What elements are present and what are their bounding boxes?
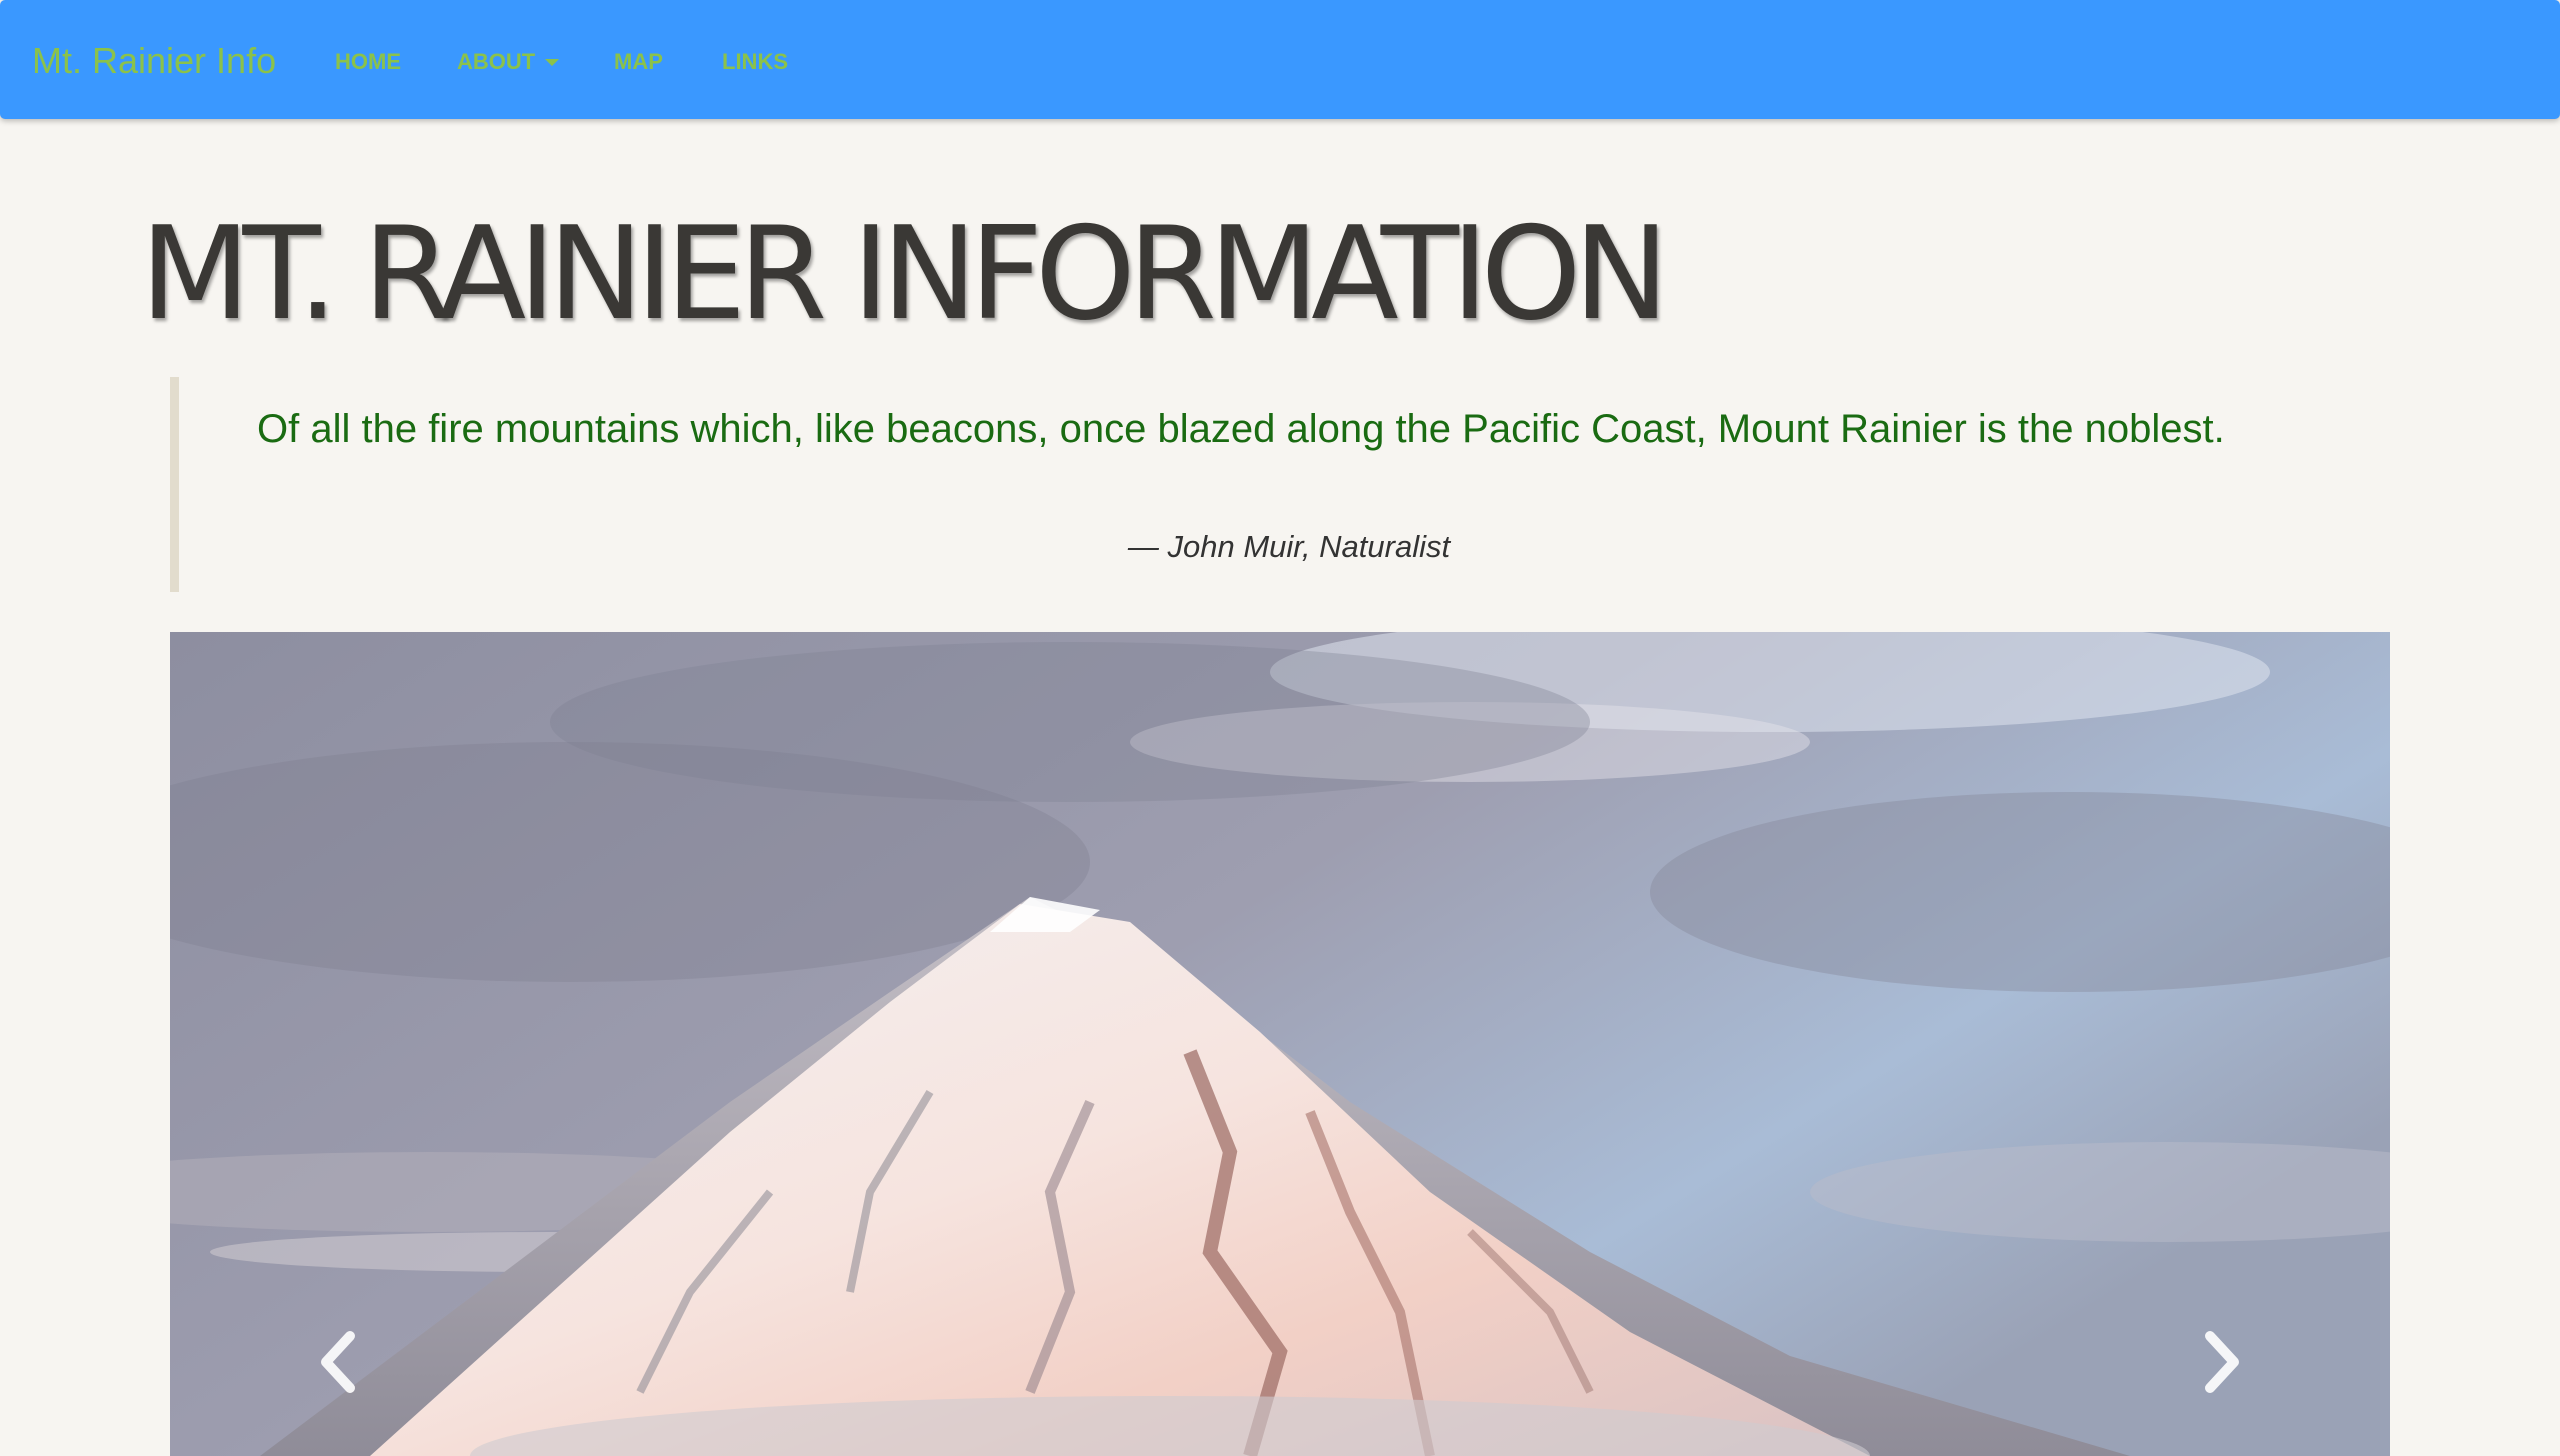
quote-block: Of all the fire mountains which, like be… — [170, 377, 2390, 592]
navbar: Mt. Rainier Info HOME ABOUT MAP LINKS — [0, 0, 2560, 119]
nav-links[interactable]: LINKS — [722, 0, 788, 119]
nav-about-dropdown[interactable]: ABOUT — [457, 0, 560, 119]
caret-down-icon — [545, 59, 560, 66]
quote-text: Of all the fire mountains which, like be… — [257, 407, 2225, 451]
nav-home[interactable]: HOME — [335, 0, 401, 119]
chevron-left-icon — [321, 1331, 355, 1393]
brand-link[interactable]: Mt. Rainier Info — [32, 0, 276, 119]
mountain-image — [170, 632, 2390, 1456]
page-title: MT. RAINIER INFORMATION — [140, 200, 1669, 349]
nav-map-label: MAP — [614, 49, 663, 74]
nav-about-label: ABOUT — [457, 49, 536, 74]
nav-home-label: HOME — [335, 49, 401, 74]
carousel-prev-button[interactable] — [300, 1322, 380, 1402]
nav-map[interactable]: MAP — [614, 0, 663, 119]
image-carousel[interactable] — [170, 632, 2390, 1456]
nav-links-label: LINKS — [722, 49, 788, 74]
carousel-next-button[interactable] — [2180, 1322, 2260, 1402]
quote-source: — John Muir, Naturalist — [1127, 529, 1451, 564]
chevron-right-icon — [2205, 1331, 2239, 1393]
